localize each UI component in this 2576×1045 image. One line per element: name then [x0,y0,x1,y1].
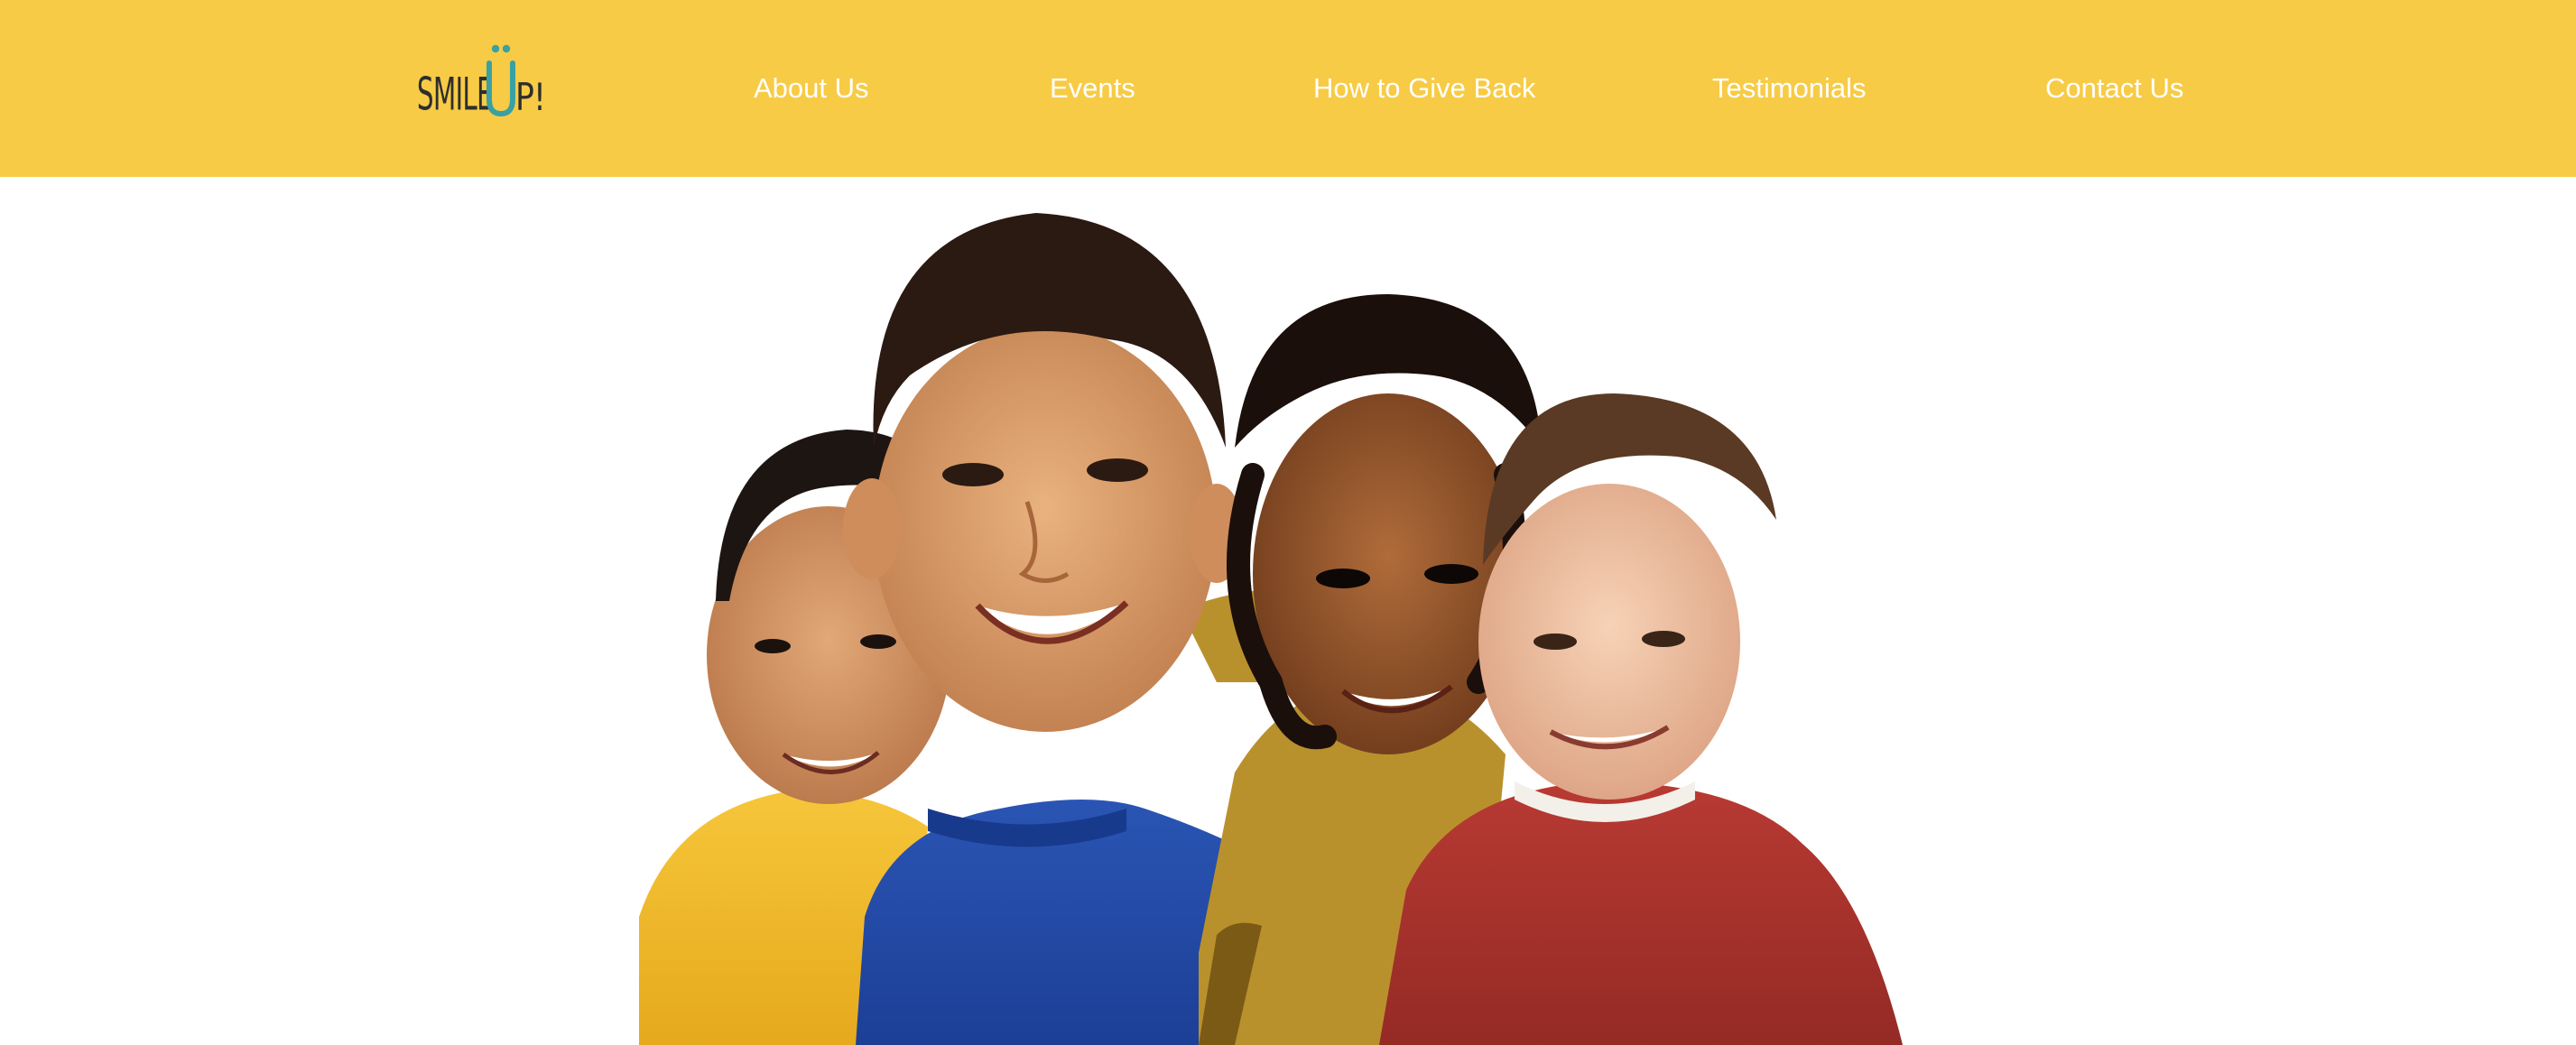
svg-text:P!: P! [515,75,545,119]
page: SMILE P! About Us Events How to Give Bac… [0,0,2576,1045]
nav-events[interactable]: Events [1050,65,1135,112]
logo-link[interactable]: SMILE P! [413,36,549,126]
svg-text:SMILE: SMILE [417,68,493,120]
nav-about-us[interactable]: About Us [754,65,869,112]
hero-image [639,177,1939,1045]
nav-how-to-give-back[interactable]: How to Give Back [1313,65,1535,112]
nav-testimonials[interactable]: Testimonials [1712,65,1867,112]
smile-up-logo: SMILE P! [417,44,546,120]
nav-contact-us[interactable]: Contact Us [2045,65,2183,112]
site-header: SMILE P! About Us Events How to Give Bac… [0,0,2576,177]
children-photo [639,177,1939,1045]
